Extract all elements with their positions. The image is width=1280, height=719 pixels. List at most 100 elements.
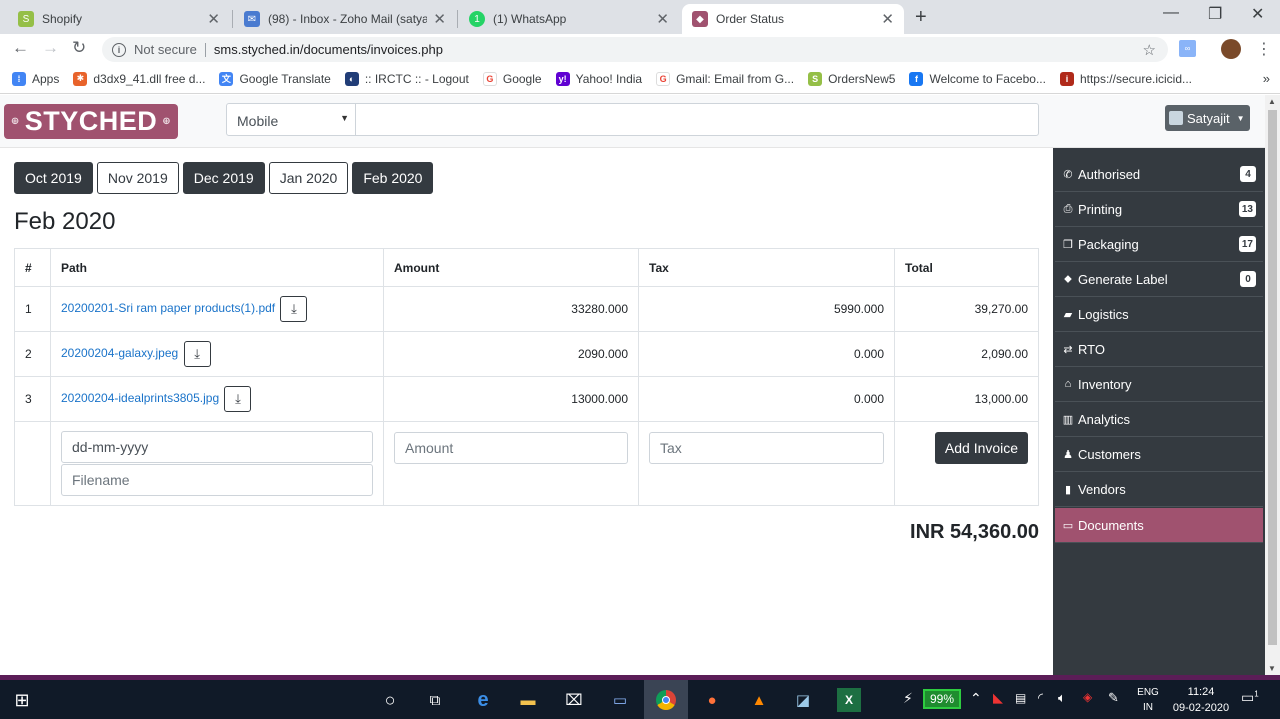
- profile-avatar[interactable]: [1221, 39, 1241, 59]
- tax-input[interactable]: Tax: [649, 432, 884, 464]
- amount-input[interactable]: Amount: [394, 432, 628, 464]
- page-scrollbar[interactable]: ▲ ▼: [1265, 95, 1280, 675]
- grand-total: INR 54,360.00: [910, 521, 1039, 543]
- month-button-nov-2019[interactable]: Nov 2019: [96, 162, 179, 194]
- window-close-icon[interactable]: ✕: [1251, 4, 1264, 24]
- scroll-down-icon[interactable]: ▼: [1268, 664, 1276, 673]
- acrobat-icon[interactable]: ◣: [993, 690, 1003, 706]
- sidebar-item-generate-label[interactable]: ⬥ Generate Label 0: [1055, 262, 1263, 297]
- sidebar-item-inventory[interactable]: ⌂ Inventory: [1055, 367, 1263, 402]
- invoice-file-link[interactable]: 20200204-idealprints3805.jpg: [61, 391, 219, 405]
- close-icon[interactable]: ✕: [207, 10, 220, 28]
- bookmark-item[interactable]: 文 Google Translate: [219, 71, 331, 86]
- sidebar-item-documents[interactable]: ▭ Documents: [1055, 508, 1263, 543]
- reload-icon[interactable]: ↻: [72, 38, 86, 58]
- sidebar-item-customers[interactable]: ♟ Customers: [1055, 437, 1263, 472]
- sidebar-item-packaging[interactable]: ❒ Packaging 17: [1055, 227, 1263, 262]
- sidebar-item-printing[interactable]: ⎙ Printing 13: [1055, 192, 1263, 227]
- language-indicator[interactable]: ENG IN: [1134, 685, 1162, 715]
- remote-desktop-icon[interactable]: ▭: [608, 688, 632, 712]
- antivirus-icon[interactable]: ◈: [1083, 690, 1092, 704]
- forward-icon[interactable]: →: [42, 38, 59, 58]
- system-clock[interactable]: 11:24 09-02-2020: [1168, 684, 1234, 716]
- tab-zoho-mail[interactable]: ✉ (98) - Inbox - Zoho Mail (satyajit ✕: [234, 4, 456, 34]
- volume-icon[interactable]: 🔈︎: [1058, 690, 1066, 706]
- bookmark-item[interactable]: S OrdersNew5: [808, 71, 895, 86]
- sidebar-item-vendors[interactable]: ▮ Vendors: [1055, 472, 1263, 507]
- close-icon[interactable]: ✕: [656, 10, 669, 28]
- row-total: 13,000.00: [894, 376, 1039, 422]
- battery-indicator[interactable]: 99%: [923, 689, 961, 709]
- tab-title: Order Status: [716, 12, 785, 26]
- extension-icon[interactable]: ∞: [1179, 40, 1196, 57]
- month-button-feb-2020[interactable]: Feb 2020: [352, 162, 434, 194]
- bookmark-star-icon[interactable]: ☆: [1143, 41, 1156, 59]
- sidebar-item-rto[interactable]: ⇄ RTO: [1055, 332, 1263, 367]
- tab-shopify[interactable]: S Shopify ✕: [8, 4, 230, 34]
- apps-grid-icon: ⁞: [12, 71, 26, 86]
- back-icon[interactable]: ←: [12, 38, 29, 58]
- new-tab-icon[interactable]: +: [915, 6, 927, 29]
- search-input[interactable]: [355, 103, 1039, 136]
- bookmark-item[interactable]: f Welcome to Facebo...: [909, 71, 1046, 86]
- bookmark-item[interactable]: y! Yahoo! India: [555, 71, 642, 86]
- notification-center-icon[interactable]: ▭1: [1241, 689, 1259, 706]
- bookmark-item[interactable]: G Google: [482, 71, 542, 86]
- tab-order-status[interactable]: ◆ Order Status ✕: [682, 4, 904, 34]
- firefox-icon[interactable]: ●: [700, 688, 724, 712]
- bookmark-item[interactable]: ◐:: IRCTC :: - Logout: [344, 71, 469, 86]
- address-bar[interactable]: i Not secure sms.styched.in/documents/in…: [102, 37, 1168, 62]
- edge-icon[interactable]: e: [471, 688, 495, 712]
- excel-icon[interactable]: X: [837, 688, 861, 712]
- vlc-icon[interactable]: ▲: [747, 688, 771, 712]
- month-button-oct-2019[interactable]: Oct 2019: [14, 162, 93, 194]
- url-text[interactable]: sms.styched.in/documents/invoices.php: [214, 42, 443, 57]
- download-icon[interactable]: ⤓: [224, 386, 252, 412]
- power-plug-icon[interactable]: ⚡: [903, 690, 913, 707]
- row-number: 1: [14, 286, 51, 332]
- date-input[interactable]: dd-mm-yyyy: [61, 431, 373, 463]
- printer-tray-icon[interactable]: ▤: [1015, 691, 1026, 705]
- styched-logo[interactable]: ⊕ STYCHED ⊕: [4, 104, 178, 139]
- more-bookmarks-icon[interactable]: »: [1263, 71, 1270, 86]
- download-icon[interactable]: ⤓: [183, 341, 211, 367]
- bookmark-item[interactable]: G Gmail: Email from G...: [656, 71, 794, 86]
- invoice-file-link[interactable]: 20200204-galaxy.jpeg: [61, 346, 178, 360]
- scroll-up-icon[interactable]: ▲: [1268, 97, 1276, 106]
- bookmark-item[interactable]: ✱ d3dx9_41.dll free d...: [73, 71, 205, 86]
- download-icon[interactable]: ⤓: [280, 296, 308, 322]
- sidebar-item-analytics[interactable]: ▥ Analytics: [1055, 402, 1263, 437]
- omnibox-divider: [204, 42, 206, 57]
- store-icon[interactable]: ⌧: [562, 688, 586, 712]
- bookmark-apps[interactable]: ⁞ Apps: [12, 71, 59, 86]
- windows-start-icon[interactable]: ⊞: [10, 688, 34, 712]
- close-icon[interactable]: ✕: [433, 10, 446, 28]
- scrollbar-thumb[interactable]: [1268, 110, 1277, 645]
- month-button-jan-2020[interactable]: Jan 2020: [268, 162, 349, 194]
- wifi-icon[interactable]: ◜: [1038, 690, 1043, 706]
- filename-input[interactable]: Filename: [61, 464, 373, 496]
- chrome-icon[interactable]: [644, 680, 688, 719]
- info-icon[interactable]: i: [112, 42, 126, 57]
- notepad-icon[interactable]: ◪: [791, 688, 815, 712]
- sidebar-item-logistics[interactable]: ▰ Logistics: [1055, 297, 1263, 332]
- sidebar-item-authorised[interactable]: ✆ Authorised 4: [1055, 157, 1263, 192]
- user-menu-button[interactable]: Satyajit ▼: [1165, 105, 1250, 131]
- table-row: 3 20200204-idealprints3805.jpg ⤓ 13000.0…: [14, 376, 1039, 422]
- task-view-icon[interactable]: ⧉: [423, 688, 447, 712]
- cortana-search-icon[interactable]: ○: [378, 688, 402, 712]
- tab-whatsapp[interactable]: 1 (1) WhatsApp ✕: [459, 4, 679, 34]
- search-type-select[interactable]: Mobile ▼: [226, 103, 356, 136]
- bookmark-item[interactable]: i https://secure.icicid...: [1059, 71, 1192, 86]
- month-button-dec-2019[interactable]: Dec 2019: [182, 162, 265, 194]
- menu-kebab-icon[interactable]: ⋮: [1256, 39, 1272, 59]
- add-invoice-button[interactable]: Add Invoice: [935, 432, 1028, 464]
- chevron-up-icon[interactable]: ⌃: [970, 690, 982, 707]
- invoice-file-link[interactable]: 20200201-Sri ram paper products(1).pdf: [61, 301, 275, 315]
- close-icon[interactable]: ✕: [881, 10, 894, 28]
- pen-icon[interactable]: ✎: [1108, 690, 1119, 706]
- maximize-icon[interactable]: ❐: [1208, 4, 1222, 24]
- minimize-icon[interactable]: —: [1163, 4, 1179, 22]
- file-explorer-icon[interactable]: ▬: [516, 688, 540, 712]
- language-code: ENG: [1137, 687, 1159, 698]
